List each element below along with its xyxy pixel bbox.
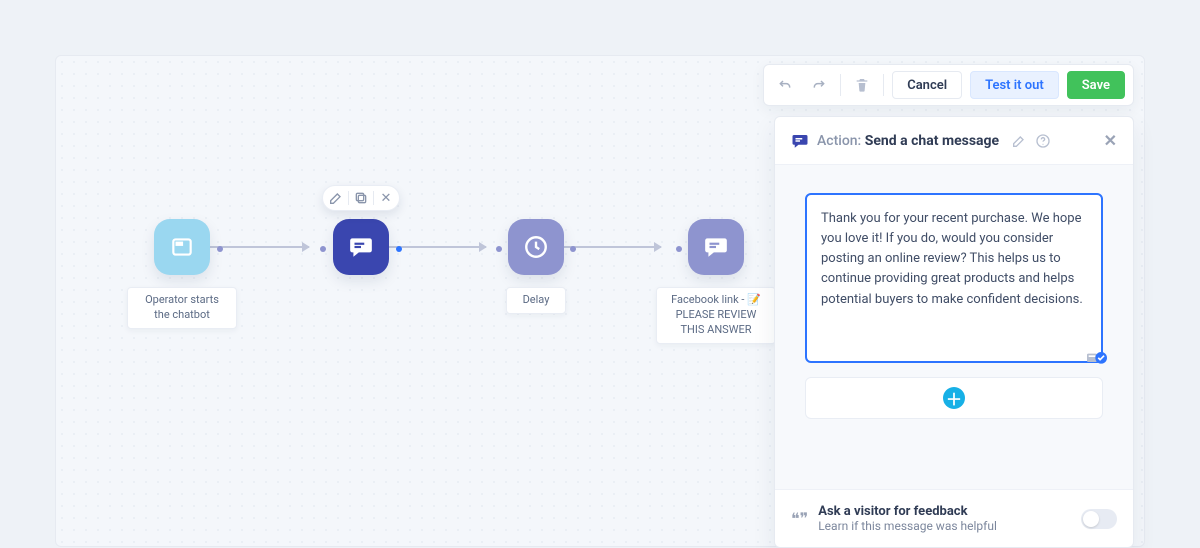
node-delay[interactable]: Delay <box>486 219 586 314</box>
feedback-toggle[interactable] <box>1081 509 1117 529</box>
flow-canvas[interactable]: Cancel Test it out Save Operator starts … <box>55 55 1145 547</box>
delete-button[interactable] <box>849 72 875 98</box>
node-port-out[interactable] <box>570 246 576 252</box>
action-panel: Action: Send a chat message ✕ Thank you … <box>774 116 1134 548</box>
cancel-button[interactable]: Cancel <box>892 71 962 99</box>
message-text[interactable]: Thank you for your recent purchase. We h… <box>821 211 1083 307</box>
node-label: Facebook link - 📝 PLEASE REVIEW THIS ANS… <box>656 287 776 344</box>
node-delete-icon[interactable]: ✕ <box>377 189 395 207</box>
delay-chip[interactable] <box>508 219 564 275</box>
test-button[interactable]: Test it out <box>970 71 1059 99</box>
node-facebook-link[interactable]: Facebook link - 📝 PLEASE REVIEW THIS ANS… <box>656 219 776 344</box>
panel-body: Thank you for your recent purchase. We h… <box>775 165 1133 489</box>
node-port-out[interactable] <box>217 246 223 252</box>
node-port-in[interactable] <box>676 246 682 252</box>
panel-title-prefix: Action: <box>817 133 861 149</box>
panel-header: Action: Send a chat message ✕ <box>775 117 1133 165</box>
feedback-icon: ❝❞ <box>791 511 808 527</box>
node-start[interactable]: Operator starts the chatbot <box>127 219 237 329</box>
mini-separator <box>348 191 349 205</box>
mini-separator <box>373 191 374 205</box>
node-port-out[interactable] <box>396 246 402 252</box>
node-label: Delay <box>506 287 566 314</box>
node-port-in[interactable] <box>320 246 326 252</box>
node-port-in[interactable] <box>496 246 502 252</box>
redo-button[interactable] <box>806 72 832 98</box>
node-send-message[interactable]: ✕ <box>316 219 406 275</box>
message-chip[interactable] <box>333 219 389 275</box>
add-message-button[interactable]: ＋ <box>943 387 965 409</box>
help-icon[interactable] <box>1035 133 1051 149</box>
feedback-title: Ask a visitor for feedback <box>818 504 997 519</box>
message-chip[interactable] <box>688 219 744 275</box>
close-panel-icon[interactable]: ✕ <box>1104 131 1117 150</box>
feedback-text: Ask a visitor for feedback Learn if this… <box>818 504 997 533</box>
trigger-chip[interactable] <box>154 219 210 275</box>
undo-button[interactable] <box>772 72 798 98</box>
node-label: Operator starts the chatbot <box>127 287 237 329</box>
editor-toolbar: Cancel Test it out Save <box>763 64 1134 106</box>
node-copy-icon[interactable] <box>352 189 370 207</box>
feedback-subtitle: Learn if this message was helpful <box>818 519 997 533</box>
toolbar-separator <box>840 74 841 96</box>
panel-title-name: Send a chat message <box>865 133 999 149</box>
message-editor[interactable]: Thank you for your recent purchase. We h… <box>805 193 1103 363</box>
node-edit-icon[interactable] <box>327 189 345 207</box>
save-button[interactable]: Save <box>1067 71 1125 99</box>
toolbar-separator <box>883 74 884 96</box>
message-status-icon <box>1087 347 1107 367</box>
panel-footer: ❝❞ Ask a visitor for feedback Learn if t… <box>775 489 1133 547</box>
add-message-row: ＋ <box>805 377 1103 419</box>
node-mini-toolbar: ✕ <box>322 185 400 211</box>
action-type-icon <box>791 132 809 150</box>
edit-action-icon[interactable] <box>1011 133 1027 149</box>
panel-title: Action: Send a chat message <box>817 133 999 149</box>
